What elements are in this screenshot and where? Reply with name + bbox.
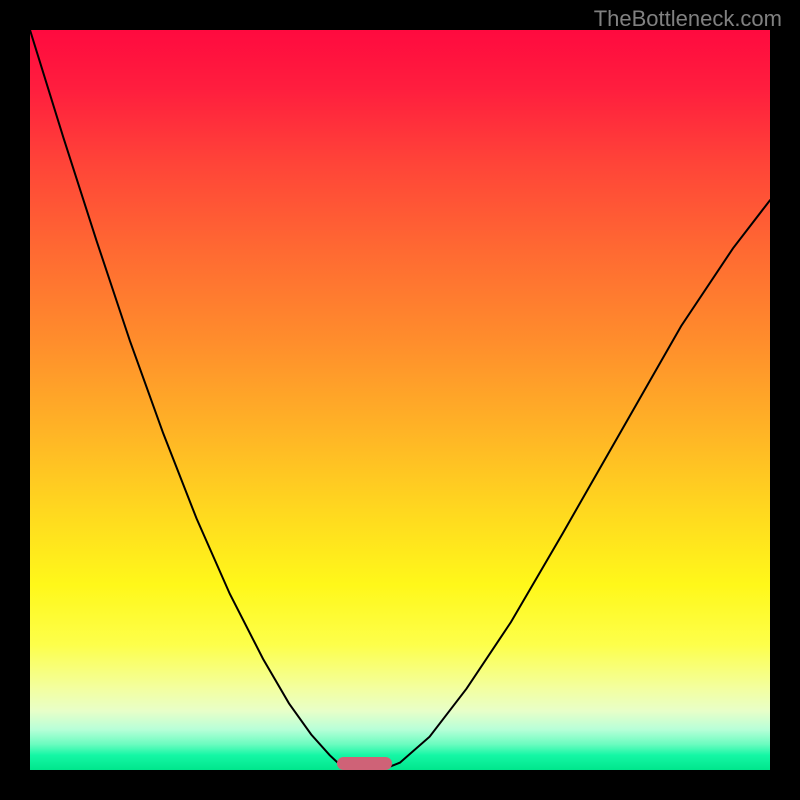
left-curve (30, 30, 348, 770)
right-curve (382, 200, 771, 770)
curve-layer (30, 30, 770, 770)
watermark-text: TheBottleneck.com (594, 6, 782, 32)
chart-plot-area (30, 30, 770, 770)
bottleneck-marker (337, 757, 393, 770)
